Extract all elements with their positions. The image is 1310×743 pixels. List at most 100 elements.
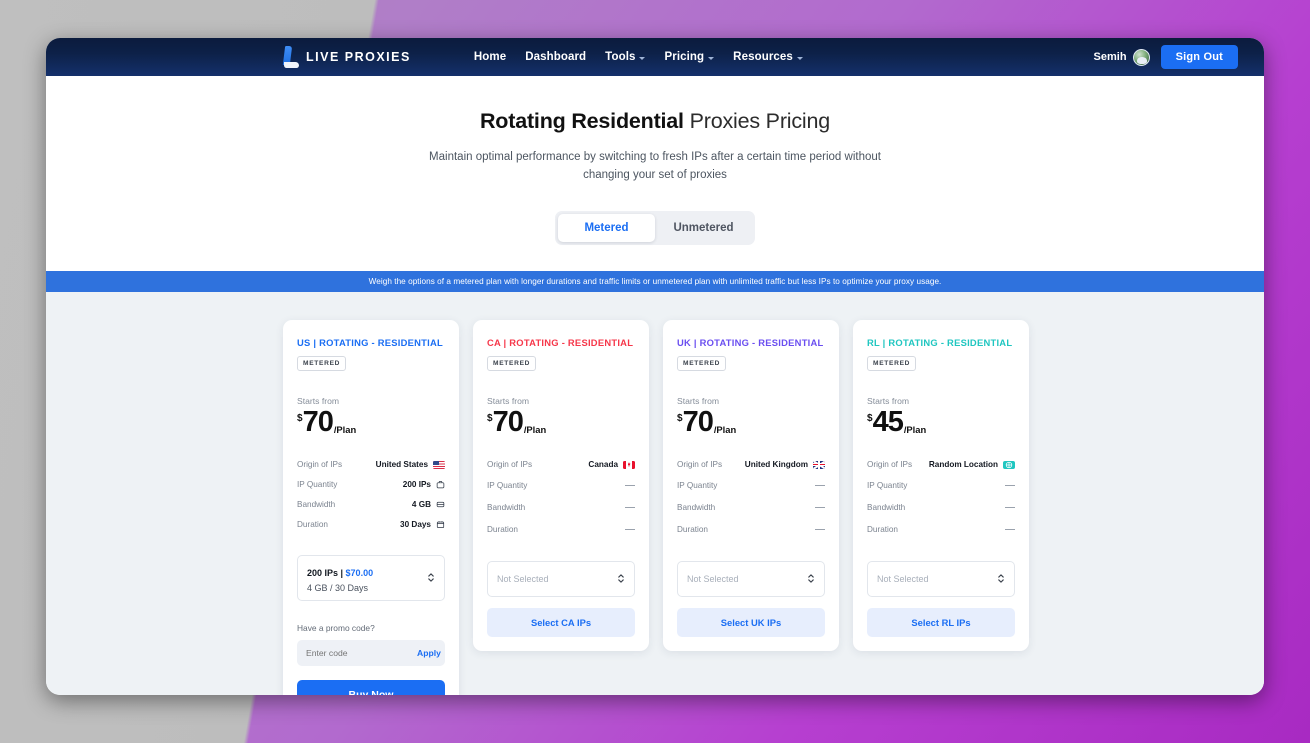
starts-from-label: Starts from [487,395,530,406]
select-ips-button-rl[interactable]: Select RL IPs [867,607,1015,637]
bag-icon [436,480,445,489]
spec-value: Random Location [928,460,998,470]
plan-select-uk[interactable]: Not Selected [677,560,825,597]
spec-row: Duration — [677,519,825,541]
status-badge: METERED [487,355,537,371]
nav-item-label: Home [473,51,507,63]
spec-label: Origin of IPs [297,460,343,470]
card-title: UK | ROTATING - RESIDENTIAL [677,336,824,348]
price-period: /Plan [523,423,547,435]
promo-code-input[interactable] [306,647,417,658]
nav-item-pricing[interactable]: Pricing [664,51,715,63]
nav-item-label: Pricing [664,51,705,63]
spec-value: — [815,524,825,536]
spec-row: Duration — [487,519,635,541]
page-subtitle: Maintain optimal performance by switchin… [429,151,881,181]
plan-select-rl[interactable]: Not Selected [867,560,1015,597]
price-line: $ 70 /Plan [677,405,825,438]
spec-row: Bandwidth — [677,497,825,519]
spec-row: IP Quantity — [677,475,825,497]
status-badge: METERED [867,355,917,371]
spec-value: — [1005,502,1015,514]
spec-row: Duration 30 Days [297,515,445,535]
spec-value: Canada [588,460,618,470]
spec-value-group: 4 GB [412,500,445,509]
nav-item-home[interactable]: Home [474,51,506,63]
price-period: /Plan [903,423,927,435]
nav-item-dashboard[interactable]: Dashboard [525,51,586,63]
spec-value: — [815,502,825,514]
select-ips-button-ca[interactable]: Select CA IPs [487,607,635,637]
spec-row: IP Quantity — [867,475,1015,497]
spec-value: — [625,480,635,492]
spec-value: 200 IPs [402,480,431,490]
spec-row: Origin of IPs United Kingdom [677,455,825,475]
spec-value: 4 GB [411,500,431,510]
apply-promo-button[interactable]: Apply [417,648,441,658]
plan-select-ca[interactable]: Not Selected [487,560,635,597]
chevron-down-icon [639,56,646,60]
price-period: /Plan [713,423,737,435]
spec-row: Duration — [867,519,1015,541]
chevron-updown-icon [617,573,625,584]
spec-label: Bandwidth [297,500,336,510]
starts-from-label: Starts from [297,395,340,406]
spec-value: — [1005,524,1015,536]
pricing-card-rl: RL | ROTATING - RESIDENTIAL METERED Star… [853,319,1029,651]
plan-amount: $70.00 [345,567,374,578]
spec-value-group: Canada [588,460,635,469]
plan-ip-count: 200 IPs | [307,567,346,578]
spec-value: United Kingdom [744,460,808,470]
select-ips-button-uk[interactable]: Select UK IPs [677,607,825,637]
spec-row: Origin of IPs United States [297,455,445,475]
spec-value: — [815,480,825,492]
tab-metered[interactable]: Metered [558,213,655,242]
buy-now-button[interactable]: Buy Now [297,679,445,695]
chevron-down-icon [796,56,803,60]
spec-label: Duration [677,525,708,535]
spec-value-group: 30 Days [400,520,445,529]
pricing-card-uk: UK | ROTATING - RESIDENTIAL METERED Star… [663,319,839,651]
info-banner: Weigh the options of a metered plan with… [46,270,1264,292]
spec-label: IP Quantity [677,481,718,491]
hero-section: Rotating Residential Proxies Pricing Mai… [46,76,1264,271]
sign-out-button[interactable]: Sign Out [1160,45,1238,69]
nav-item-label: Resources [733,51,793,63]
chevron-updown-icon [807,573,815,584]
pricing-main: US | ROTATING - RESIDENTIAL METERED Star… [46,291,1264,695]
spec-label: IP Quantity [867,481,908,491]
spec-value: — [1005,480,1015,492]
spec-label: Bandwidth [487,503,526,513]
card-title: RL | ROTATING - RESIDENTIAL [867,336,1013,348]
spec-value-group: 200 IPs [403,480,445,489]
chevron-updown-icon [997,573,1005,584]
spec-label: Duration [867,525,898,535]
spec-label: IP Quantity [297,480,338,490]
spec-list: Origin of IPs United Kingdom IP Quantity… [677,455,825,541]
nav-item-label: Tools [605,51,636,63]
spec-list: Origin of IPs United States IP Quantity … [297,455,445,535]
plan-select-us[interactable]: 200 IPs | $70.00 4 GB / 30 Days [297,554,445,601]
spec-label: Origin of IPs [677,460,723,470]
status-badge: METERED [677,355,727,371]
flag-uk-icon [813,460,825,469]
site-logo[interactable]: LIVE PROXIES [282,46,411,68]
spec-label: Duration [487,525,518,535]
globe-icon [1003,460,1015,469]
spec-value: 30 Days [400,520,431,530]
spec-row: Bandwidth 4 GB [297,495,445,515]
price-value: 70 [682,405,714,438]
price-period: /Plan [333,423,357,435]
page-title-bold: Rotating Residential [479,109,684,133]
nav-item-tools[interactable]: Tools [605,51,646,63]
spec-row: IP Quantity — [487,475,635,497]
user-menu[interactable]: Semih [1094,48,1150,66]
spec-label: IP Quantity [487,481,528,491]
spec-row: Bandwidth — [867,497,1015,519]
plan-type-toggle: Metered Unmetered [555,210,755,245]
tab-unmetered[interactable]: Unmetered [655,214,752,242]
nav-item-label: Dashboard [525,51,587,63]
spec-label: Origin of IPs [487,460,533,470]
nav-item-resources[interactable]: Resources [733,51,803,63]
spec-list: Origin of IPs Random Location IP Quantit… [867,455,1015,541]
